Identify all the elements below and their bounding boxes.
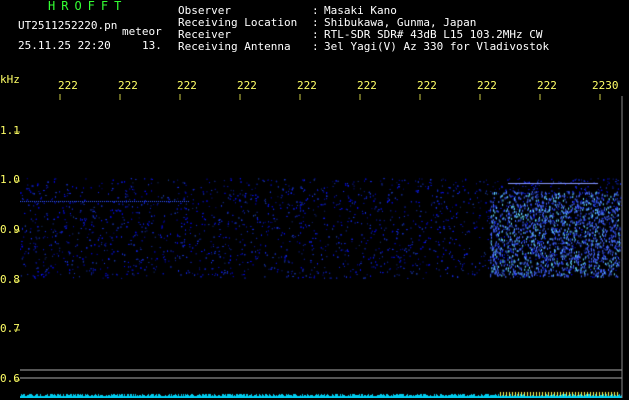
axis-overlay xyxy=(14,94,623,398)
